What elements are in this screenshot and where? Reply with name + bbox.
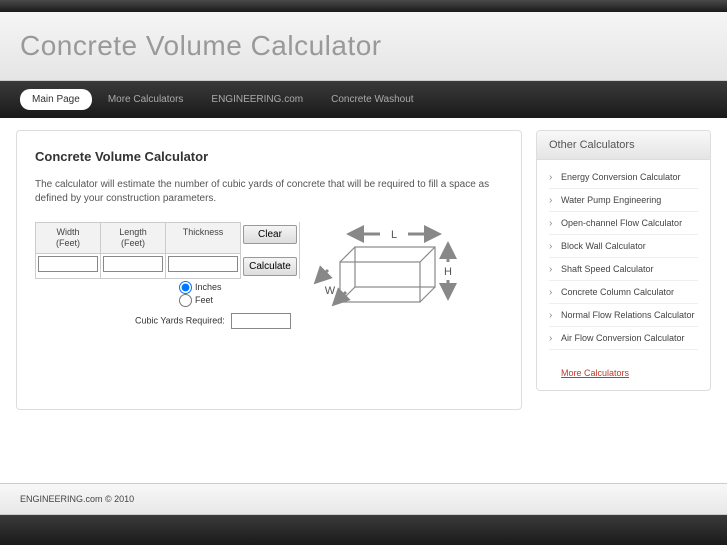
sidebar-item[interactable]: Water Pump Engineering xyxy=(549,189,698,212)
top-accent-bar xyxy=(0,0,727,12)
main-panel: Concrete Volume Calculator The calculato… xyxy=(16,130,522,410)
nav-main-page[interactable]: Main Page xyxy=(20,89,92,110)
box-diagram: L W H xyxy=(310,222,460,332)
unit-radio-group: Inches Feet xyxy=(35,279,300,309)
content: Concrete Volume Calculator The calculato… xyxy=(0,118,727,422)
thickness-cell xyxy=(165,254,240,279)
site-title: Concrete Volume Calculator xyxy=(20,30,707,62)
calculate-cell: Calculate xyxy=(240,254,300,279)
length-cell xyxy=(100,254,165,279)
radio-feet-label[interactable]: Feet xyxy=(179,294,300,307)
radio-inches-text: Inches xyxy=(195,281,222,291)
diagram-label-H: H xyxy=(444,266,452,278)
clear-cell: Clear xyxy=(240,222,300,254)
radio-feet[interactable] xyxy=(179,294,192,307)
width-input[interactable] xyxy=(38,256,98,272)
more-calculators-link[interactable]: More Calculators xyxy=(537,360,710,390)
header-length: Length (Feet) xyxy=(100,222,165,254)
sidebar-title: Other Calculators xyxy=(537,131,710,160)
sidebar-item[interactable]: Open-channel Flow Calculator xyxy=(549,212,698,235)
diagram-label-L: L xyxy=(391,229,397,241)
calculator-area: Width (Feet) Length (Feet) Thickness Cle… xyxy=(35,222,503,332)
radio-inches-label[interactable]: Inches xyxy=(179,281,300,294)
header-width: Width (Feet) xyxy=(35,222,100,254)
result-row: Cubic Yards Required: xyxy=(35,309,300,329)
sidebar-item[interactable]: Concrete Column Calculator xyxy=(549,281,698,304)
copyright-text: ENGINEERING.com © 2010 xyxy=(20,494,134,504)
sidebar-item[interactable]: Energy Conversion Calculator xyxy=(549,166,698,189)
bottom-accent-bar xyxy=(0,515,727,545)
result-output[interactable] xyxy=(231,313,291,329)
sidebar-item[interactable]: Block Wall Calculator xyxy=(549,235,698,258)
diagram-label-W: W xyxy=(325,285,336,297)
nav-concrete-washout[interactable]: Concrete Washout xyxy=(319,89,425,110)
thickness-input[interactable] xyxy=(168,256,238,272)
sidebar-list: Energy Conversion Calculator Water Pump … xyxy=(537,160,710,360)
sidebar: Other Calculators Energy Conversion Calc… xyxy=(536,130,711,391)
length-input[interactable] xyxy=(103,256,163,272)
clear-button[interactable]: Clear xyxy=(243,225,297,244)
result-label: Cubic Yards Required: xyxy=(135,315,225,325)
description-text: The calculator will estimate the number … xyxy=(35,178,503,206)
calculate-button[interactable]: Calculate xyxy=(243,257,297,276)
main-nav: Main Page More Calculators ENGINEERING.c… xyxy=(0,81,727,118)
sidebar-item[interactable]: Shaft Speed Calculator xyxy=(549,258,698,281)
calculator-table: Width (Feet) Length (Feet) Thickness Cle… xyxy=(35,222,300,329)
header: Concrete Volume Calculator xyxy=(0,12,727,81)
width-cell xyxy=(35,254,100,279)
footer: ENGINEERING.com © 2010 xyxy=(0,483,727,515)
header-thickness: Thickness xyxy=(165,222,240,254)
nav-more-calculators[interactable]: More Calculators xyxy=(96,89,196,110)
nav-engineering-com[interactable]: ENGINEERING.com xyxy=(199,89,315,110)
radio-inches[interactable] xyxy=(179,281,192,294)
sidebar-item[interactable]: Normal Flow Relations Calculator xyxy=(549,304,698,327)
sidebar-item[interactable]: Air Flow Conversion Calculator xyxy=(549,327,698,350)
page-title: Concrete Volume Calculator xyxy=(35,149,503,164)
radio-feet-text: Feet xyxy=(195,294,213,304)
